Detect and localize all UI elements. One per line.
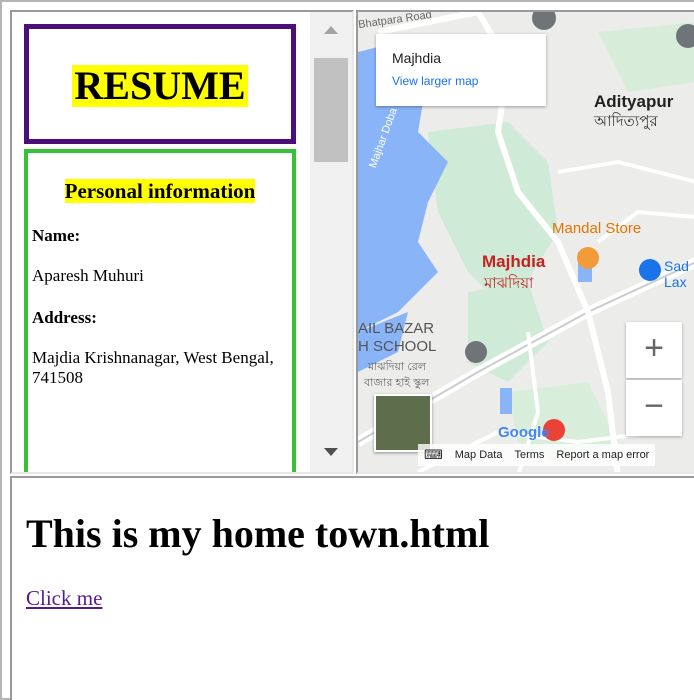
- name-label: Name:: [32, 226, 81, 245]
- address-label: Address:: [32, 308, 97, 327]
- address-value: Majdia Krishnanagar, West Bengal, 741508: [32, 348, 274, 387]
- map-label-school-2: H SCHOOL: [358, 338, 437, 355]
- hometown-frame: This is my home town.html Click me: [10, 476, 694, 700]
- scrollbar-thumb[interactable]: [314, 58, 348, 162]
- resume-title: RESUME: [72, 63, 248, 108]
- map-label-school-bn-2: বাজার হাই স্কুল: [364, 377, 430, 389]
- name-value: Aparesh Muhuri: [32, 266, 144, 285]
- personal-info-heading: Personal information: [28, 179, 292, 204]
- resume-frame[interactable]: RESUME Personal information Name: Apares…: [10, 10, 354, 474]
- scroll-down-icon[interactable]: [324, 448, 338, 456]
- report-map-error-link[interactable]: Report a map error: [556, 449, 649, 461]
- click-me-link[interactable]: Click me: [26, 586, 102, 611]
- zoom-out-button[interactable]: −: [626, 380, 682, 436]
- zoom-in-button[interactable]: +: [626, 322, 682, 378]
- map-frame[interactable]: Bhatpara Road Majhar Doba Adityapur আদিত…: [356, 10, 694, 474]
- personal-info-box: Personal information Name: Aparesh Muhur…: [24, 149, 296, 472]
- page-heading: This is my home town.html: [26, 511, 490, 556]
- map-label-lax: Lax: [664, 274, 687, 290]
- keyboard-icon[interactable]: ⌨: [424, 447, 443, 463]
- map-label-town: Adityapur: [594, 92, 674, 111]
- map-data-link[interactable]: Map Data: [455, 449, 503, 461]
- place-card: Majhdia View larger map: [376, 34, 546, 106]
- terms-link[interactable]: Terms: [514, 449, 544, 461]
- scroll-up-icon[interactable]: [324, 26, 338, 34]
- map-label-main: Majhdia: [482, 252, 546, 271]
- map-label-main-bn: মাঝদিয়া: [484, 275, 534, 292]
- map-label-sad: Sad: [664, 258, 689, 274]
- personal-info-heading-text: Personal information: [64, 179, 256, 203]
- resume-content: RESUME Personal information Name: Apares…: [24, 24, 304, 472]
- resume-title-box: RESUME: [24, 24, 296, 144]
- map-label-school-1: AIL BAZAR: [358, 320, 435, 337]
- google-logo: Google: [498, 424, 550, 441]
- map-label-store: Mandal Store: [552, 220, 642, 237]
- map-label-town-bn: আদিত্যপুর: [594, 113, 658, 130]
- place-name: Majhdia: [392, 50, 442, 66]
- map-attribution: ⌨ Map Data Terms Report a map error: [418, 444, 656, 466]
- vertical-scrollbar[interactable]: [310, 12, 352, 472]
- view-larger-map-link[interactable]: View larger map: [392, 74, 478, 88]
